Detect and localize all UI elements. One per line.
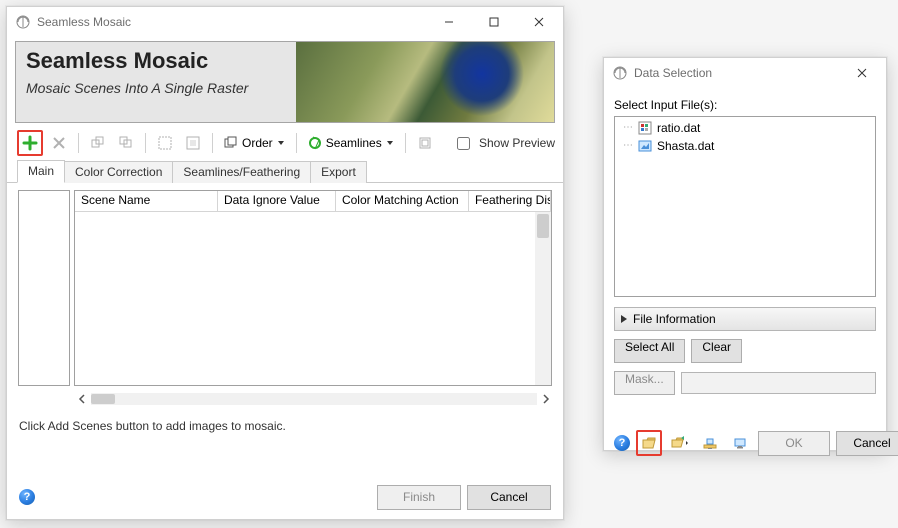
thumbnail-column (18, 190, 70, 386)
titlebar: Data Selection (604, 58, 886, 88)
remove-scene-button[interactable] (47, 131, 71, 155)
help-icon[interactable]: ? (614, 435, 630, 451)
toolbar-separator (212, 133, 213, 153)
tab-main[interactable]: Main (17, 160, 65, 183)
file-list-item[interactable]: ⋯ ratio.dat (617, 119, 873, 137)
select-button-2[interactable] (181, 131, 205, 155)
tab-seamlines-feathering[interactable]: Seamlines/Feathering (172, 161, 311, 183)
tab-body-main: Scene Name Data Ignore Value Color Match… (7, 183, 563, 407)
data-selection-footer: ? OK Cancel (614, 420, 876, 456)
banner: Seamless Mosaic Mosaic Scenes Into A Sin… (15, 41, 555, 123)
expand-right-icon (621, 315, 627, 323)
open-recent-dropdown[interactable] (668, 431, 692, 455)
open-database-button[interactable] (728, 431, 752, 455)
window-title: Seamless Mosaic (37, 15, 131, 29)
cancel-button[interactable]: Cancel (836, 431, 898, 456)
toolbar-separator (405, 133, 406, 153)
finish-button[interactable]: Finish (377, 485, 461, 510)
scroll-left-icon[interactable] (75, 392, 89, 406)
toolbar: Order Seamlines Show Preview (7, 125, 563, 159)
tab-export[interactable]: Export (310, 161, 367, 183)
recompute-button[interactable] (413, 131, 437, 155)
table-header-row: Scene Name Data Ignore Value Color Match… (75, 191, 551, 212)
footer: ? Finish Cancel (7, 475, 563, 519)
table-content (75, 212, 551, 385)
group-button-1[interactable] (86, 131, 110, 155)
banner-title: Seamless Mosaic (26, 48, 208, 74)
toolbar-separator (296, 133, 297, 153)
group-button-2[interactable] (114, 131, 138, 155)
help-icon[interactable]: ? (19, 489, 35, 505)
seamlines-label: Seamlines (326, 136, 382, 150)
show-preview-checkbox[interactable]: Show Preview (453, 134, 555, 153)
app-icon (612, 65, 628, 81)
order-dropdown[interactable]: Order (220, 131, 289, 155)
ok-button[interactable]: OK (758, 431, 830, 456)
cancel-button[interactable]: Cancel (467, 485, 551, 510)
add-scenes-button[interactable] (17, 130, 43, 156)
show-preview-label: Show Preview (479, 136, 555, 150)
raster-file-icon (637, 120, 653, 136)
close-button[interactable] (516, 8, 561, 36)
horizontal-scroll-thumb[interactable] (91, 394, 115, 404)
file-name: Shasta.dat (657, 139, 714, 153)
col-data-ignore[interactable]: Data Ignore Value (218, 191, 336, 211)
horizontal-scrollbar[interactable] (75, 391, 553, 407)
mask-field (681, 372, 876, 394)
tab-color-correction[interactable]: Color Correction (64, 161, 173, 183)
open-file-button[interactable] (636, 430, 662, 456)
tree-connector-icon: ⋯ (623, 141, 633, 151)
file-information-label: File Information (633, 312, 716, 326)
horizontal-scroll-track[interactable] (91, 393, 537, 405)
chevron-down-icon (387, 141, 393, 145)
col-feathering[interactable]: Feathering Distance (469, 191, 551, 211)
scroll-right-icon[interactable] (539, 392, 553, 406)
window-title: Data Selection (634, 66, 712, 80)
vertical-scrollbar[interactable] (535, 212, 551, 385)
mask-button[interactable]: Mask... (614, 371, 675, 395)
file-information-header[interactable]: File Information (614, 307, 876, 331)
banner-imagery (296, 42, 554, 122)
show-preview-input[interactable] (457, 137, 470, 150)
seamlines-dropdown[interactable]: Seamlines (304, 131, 398, 155)
clear-button[interactable]: Clear (691, 339, 742, 363)
tree-connector-icon: ⋯ (623, 123, 633, 133)
open-remote-button[interactable] (698, 431, 722, 455)
toolbar-separator (78, 133, 79, 153)
hint-text: Click Add Scenes button to add images to… (7, 407, 563, 433)
tab-bar: Main Color Correction Seamlines/Featheri… (7, 159, 563, 183)
chevron-down-icon (278, 141, 284, 145)
file-name: ratio.dat (657, 121, 700, 135)
scenes-table: Scene Name Data Ignore Value Color Match… (74, 190, 552, 386)
col-scene-name[interactable]: Scene Name (75, 191, 218, 211)
file-list-item[interactable]: ⋯ Shasta.dat (617, 137, 873, 155)
titlebar: Seamless Mosaic (7, 7, 563, 37)
file-list[interactable]: ⋯ ratio.dat ⋯ Shasta.dat (614, 116, 876, 297)
toolbar-separator (145, 133, 146, 153)
image-file-icon (637, 138, 653, 154)
col-color-matching[interactable]: Color Matching Action (336, 191, 469, 211)
select-input-label: Select Input File(s): (614, 98, 876, 112)
banner-subtitle: Mosaic Scenes Into A Single Raster (26, 80, 248, 96)
select-all-button[interactable]: Select All (614, 339, 685, 363)
vertical-scroll-thumb[interactable] (537, 214, 549, 238)
app-icon (15, 14, 31, 30)
data-selection-window: Data Selection Select Input File(s): ⋯ r… (603, 57, 887, 451)
select-button-1[interactable] (153, 131, 177, 155)
minimize-button[interactable] (426, 8, 471, 36)
close-button[interactable] (839, 59, 884, 87)
order-label: Order (242, 136, 273, 150)
maximize-button[interactable] (471, 8, 516, 36)
seamless-mosaic-window: Seamless Mosaic Seamless Mosaic Mosaic S… (6, 6, 564, 520)
